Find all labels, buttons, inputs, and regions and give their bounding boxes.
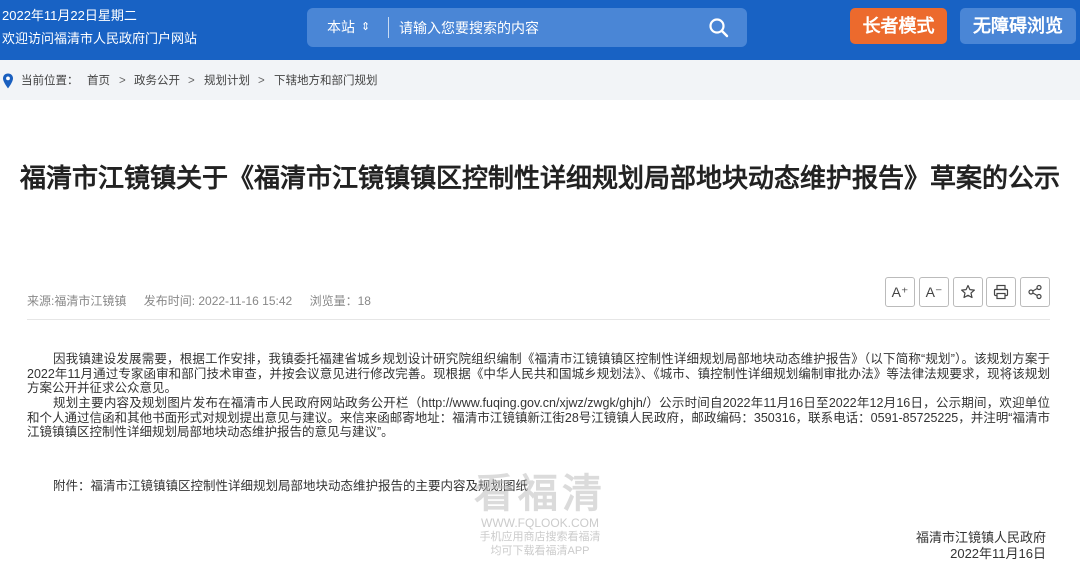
font-increase-button[interactable]: A⁺ [885, 277, 915, 307]
search-divider [388, 17, 389, 38]
location-pin-icon [3, 73, 13, 89]
welcome-text: 欢迎访问福清市人民政府门户网站 [2, 31, 198, 46]
font-decrease-button[interactable]: A⁻ [919, 277, 949, 307]
printer-icon [993, 284, 1009, 300]
article-title: 福清市江镜镇关于《福清市江镜镇镇区控制性详细规划局部地块动态维护报告》草案的公示 [20, 163, 1061, 193]
search-icon[interactable] [707, 16, 731, 40]
article-paragraph-1: 因我镇建设发展需要，根据工作安排，我镇委托福建省城乡规划设计研究院组织编制《福清… [27, 352, 1050, 395]
breadcrumb-separator: > [119, 75, 126, 87]
breadcrumb-label: 当前位置： [21, 75, 79, 87]
search-input[interactable] [399, 8, 689, 47]
accessible-browse-button[interactable]: 无障碍浏览 [960, 8, 1076, 44]
breadcrumb-subordinate-planning[interactable]: 下辖地方和部门规划 [274, 72, 378, 90]
breadcrumb-separator: > [258, 75, 265, 87]
current-date: 2022年11月22日星期二 [2, 8, 137, 23]
print-button[interactable] [986, 277, 1016, 307]
article-panel: 福清市江镜镇关于《福清市江镜镇镇区控制性详细规划局部地块动态维护报告》草案的公示… [0, 100, 1080, 588]
favorite-button[interactable] [953, 277, 983, 307]
signature-date: 2022年11月16日 [950, 546, 1046, 561]
elder-mode-button[interactable]: 长者模式 [850, 8, 947, 44]
article-source: 来源:福清市江镜镇 [27, 294, 127, 308]
article-attachment-link[interactable]: 附件：福清市江镜镇镇区控制性详细规划局部地块动态维护报告的主要内容及规划图纸 [53, 475, 528, 494]
chevron-updown-icon[interactable]: ⇕ [361, 8, 370, 47]
article-meta: 来源:福清市江镜镇 发布时间: 2022-11-16 15:42 浏览量：18 [27, 292, 385, 309]
search-bar: 本站 ⇕ [307, 8, 747, 47]
breadcrumb-separator: > [188, 75, 195, 87]
breadcrumb-gov-affairs[interactable]: 政务公开 [134, 72, 180, 90]
star-icon [961, 284, 975, 299]
share-button[interactable] [1020, 277, 1050, 307]
top-header: 2022年11月22日星期二 欢迎访问福清市人民政府门户网站 本站 ⇕ 长者模式… [0, 0, 1080, 60]
meta-divider [27, 319, 1050, 320]
article-paragraph-2: 规划主要内容及规划图片发布在福清市人民政府网站政务公开栏（http://www.… [27, 396, 1050, 439]
breadcrumb-home[interactable]: 首页 [87, 72, 110, 90]
share-icon [1028, 284, 1042, 300]
search-scope-select[interactable]: 本站 [327, 8, 355, 47]
article-view-count: 浏览量：18 [309, 294, 371, 308]
article-publish-time: 发布时间: 2022-11-16 15:42 [143, 294, 293, 308]
breadcrumb-planning[interactable]: 规划计划 [204, 72, 250, 90]
